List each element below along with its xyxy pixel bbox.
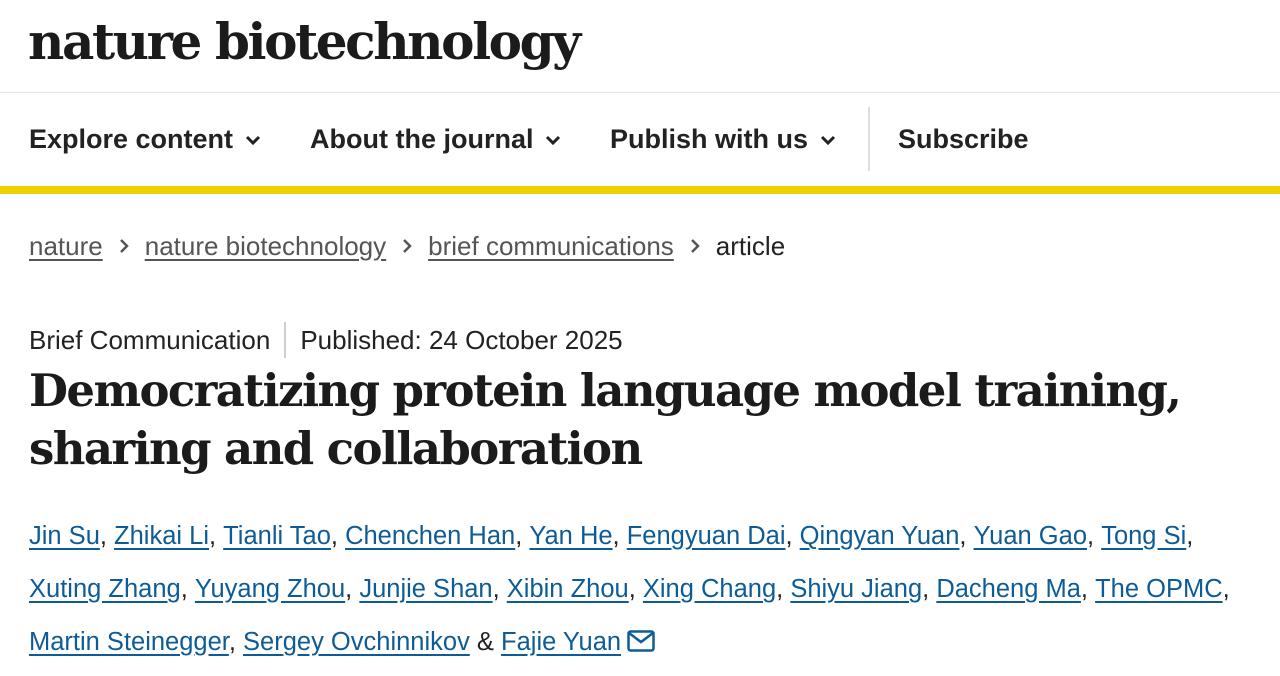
meta-divider [284,322,287,358]
nav-divider [868,107,870,171]
author-link[interactable]: Xibin Zhou [507,575,629,603]
author-item: Qingyan Yuan, [800,522,974,550]
author-separator: , [345,575,360,603]
article-meta: Brief Communication Published: 24 Octobe… [29,322,623,358]
author-item: Xibin Zhou, [507,575,643,603]
breadcrumb: nature nature biotechnology brief commun… [29,228,785,264]
author-separator: , [1222,575,1230,603]
chevron-right-icon [690,238,700,254]
nav-label: Explore content [29,124,234,154]
author-separator: , [628,575,643,603]
author-link[interactable]: Chenchen Han [345,522,515,550]
author-separator: , [209,522,224,550]
author-item: Zhikai Li, [114,522,223,550]
author-separator: , [1087,522,1102,550]
nav-about-journal[interactable]: About the journal [310,93,561,186]
author-link[interactable]: Jin Su [29,522,100,550]
chevron-down-icon [820,135,836,145]
author-separator: , [228,628,244,656]
breadcrumb-link-nature[interactable]: nature [29,231,103,262]
author-link[interactable]: Yuan Gao [974,522,1087,550]
author-item: Chenchen Han, [345,522,529,550]
author-link[interactable]: Shiyu Jiang [790,575,922,603]
author-separator: , [1080,575,1096,603]
author-link[interactable]: Yuyang Zhou [195,575,345,603]
author-item: Tong Si, [1101,522,1193,550]
nav-label: Publish with us [610,124,809,154]
author-link[interactable]: Tianli Tao [223,522,331,550]
author-link[interactable]: Xing Chang [643,575,776,603]
breadcrumb-link-brief-communications[interactable]: brief communications [428,231,674,262]
chevron-down-icon [245,135,261,145]
chevron-right-icon [402,238,412,254]
author-item: Xuting Zhang, [29,575,195,603]
masthead: nature biotechnology [0,0,1280,93]
author-link[interactable]: Fajie Yuan [501,628,621,656]
author-separator: , [776,575,791,603]
mail-icon[interactable] [627,618,655,671]
author-link[interactable]: Martin Steinegger [29,628,229,656]
breadcrumb-current: article [715,230,786,261]
main-nav: Explore content About the journal Publis… [0,93,1280,194]
journal-logo[interactable]: nature biotechnology [28,12,581,72]
author-link[interactable]: The OPMC [1095,575,1223,603]
author-link[interactable]: Yan He [529,522,612,550]
author-separator: , [492,575,507,603]
author-item: Junjie Shan, [359,575,506,603]
author-item: Jin Su, [29,522,114,550]
author-item: Shiyu Jiang, [790,575,936,603]
author-separator: , [515,522,530,550]
author-separator: & [469,628,502,656]
nav-explore-content[interactable]: Explore content [29,93,261,186]
article-type: Brief Communication [29,324,271,355]
nav-publish-with-us[interactable]: Publish with us [610,93,836,186]
author-link[interactable]: Xuting Zhang [29,575,181,603]
publication-date: Published: 24 October 2025 [300,324,623,355]
author-list: Jin Su, Zhikai Li, Tianli Tao, Chenchen … [29,510,1269,671]
author-separator: , [330,522,346,550]
author-separator: , [180,575,195,603]
author-item: Xing Chang, [643,575,790,603]
author-link[interactable]: Qingyan Yuan [800,522,960,550]
author-link[interactable]: Dacheng Ma [936,575,1081,603]
nav-label: About the journal [310,124,534,154]
author-item: Yan He, [529,522,626,550]
author-item: Fengyuan Dai, [627,522,800,550]
article-title: Democratizing protein language model tra… [29,364,1182,475]
author-separator: , [612,522,627,550]
author-separator: , [1186,522,1194,550]
author-link[interactable]: Tong Si [1101,522,1186,550]
author-link[interactable]: Zhikai Li [114,522,209,550]
author-item: The OPMC, [1095,575,1230,603]
author-separator: , [99,522,115,550]
author-separator: , [959,522,974,550]
chevron-right-icon [119,238,129,254]
author-item: Tianli Tao, [223,522,345,550]
author-link[interactable]: Fengyuan Dai [627,522,786,550]
author-item: Yuyang Zhou, [195,575,359,603]
author-item: Fajie Yuan [501,628,655,656]
author-separator: , [922,575,937,603]
author-item: Sergey Ovchinnikov & [243,628,501,656]
author-separator: , [785,522,800,550]
author-item: Dacheng Ma, [936,575,1095,603]
chevron-down-icon [546,135,561,145]
author-item: Martin Steinegger, [29,628,243,656]
author-link[interactable]: Junjie Shan [359,575,492,603]
author-link[interactable]: Sergey Ovchinnikov [243,628,470,656]
subscribe-button[interactable]: Subscribe [898,93,1029,186]
author-item: Yuan Gao, [974,522,1102,550]
breadcrumb-link-journal[interactable]: nature biotechnology [145,231,386,262]
